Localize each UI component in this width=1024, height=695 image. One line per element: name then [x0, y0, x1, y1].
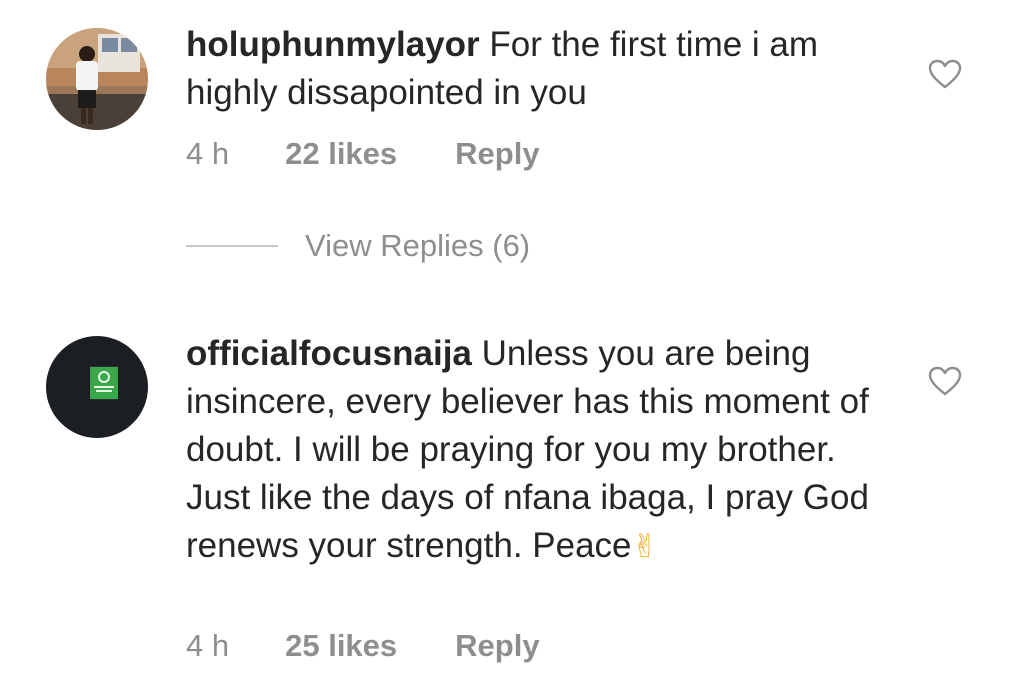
reply-button[interactable]: Reply	[455, 136, 539, 172]
like-button[interactable]	[928, 366, 962, 396]
like-button[interactable]	[928, 59, 962, 89]
comment-likes[interactable]: 22 likes	[285, 136, 397, 172]
profile-photo-icon	[46, 28, 148, 130]
heart-outline-icon	[928, 59, 962, 89]
comment-likes[interactable]: 25 likes	[285, 628, 397, 664]
comment-time: 4 h	[186, 628, 230, 663]
view-replies-label[interactable]: View Replies (6)	[305, 228, 530, 264]
comment-text-block: officialfocusnaija Unless you are being …	[186, 330, 886, 570]
comment-username[interactable]: officialfocusnaija	[186, 334, 472, 373]
comment-text-block: holuphunmylayor For the first time i am …	[186, 21, 886, 117]
comment-meta: 4 h 22 likes Reply	[186, 136, 540, 172]
heart-outline-icon	[928, 366, 962, 396]
avatar[interactable]	[46, 28, 148, 130]
replies-divider	[186, 245, 278, 247]
comment-meta: 4 h 25 likes Reply	[186, 628, 540, 664]
victory-hand-emoji: ✌	[631, 527, 659, 565]
avatar[interactable]	[46, 336, 148, 438]
comment-time: 4 h	[186, 136, 230, 171]
reply-button[interactable]: Reply	[455, 628, 539, 664]
view-replies-button[interactable]: View Replies (6)	[186, 228, 530, 264]
comment-username[interactable]: holuphunmylayor	[186, 25, 480, 64]
profile-logo-icon	[46, 336, 148, 438]
